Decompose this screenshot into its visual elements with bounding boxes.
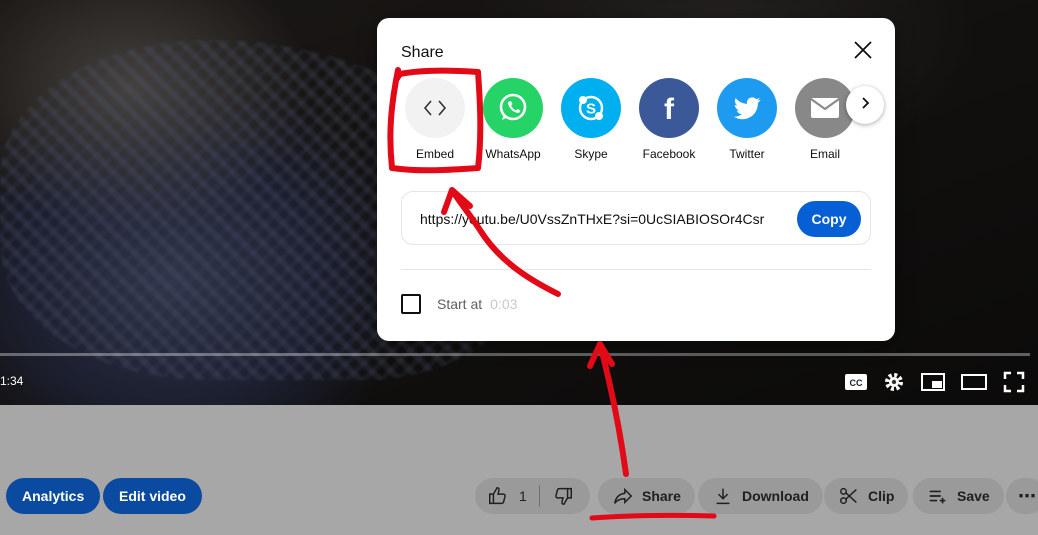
twitter-bird-icon — [717, 78, 777, 138]
share-target-whatsapp[interactable]: WhatsApp — [483, 78, 543, 161]
clip-button[interactable]: Clip — [824, 478, 909, 514]
settings-icon[interactable] — [882, 370, 906, 394]
dislike-button[interactable] — [552, 485, 574, 507]
start-at-row: Start at 0:03 — [401, 294, 517, 314]
copy-button[interactable]: Copy — [797, 201, 861, 237]
edit-video-label: Edit video — [119, 488, 186, 504]
progress-bar[interactable] — [0, 353, 1030, 356]
share-target-label: Twitter — [729, 147, 765, 161]
playlist-add-icon — [927, 485, 949, 507]
share-target-label: Facebook — [642, 147, 696, 161]
start-at-label: Start at — [437, 296, 483, 312]
analytics-label: Analytics — [22, 488, 85, 504]
miniplayer-icon[interactable] — [920, 372, 946, 392]
dialog-title: Share — [401, 44, 444, 61]
share-target-skype[interactable]: S Skype — [561, 78, 621, 161]
thumbs-down-icon — [552, 485, 574, 507]
share-url-field[interactable]: https://youtu.be/U0VssZnTHxE?si=0UcSIABI… — [401, 191, 871, 245]
start-at-checkbox[interactable] — [401, 294, 421, 314]
download-button[interactable]: Download — [698, 478, 823, 514]
skype-icon: S — [561, 78, 621, 138]
time-display: 1:34 — [0, 374, 24, 388]
start-at-time[interactable]: 0:03 — [490, 296, 517, 312]
edit-video-button[interactable]: Edit video — [103, 478, 202, 514]
like-divider — [538, 485, 540, 507]
embed-icon — [405, 78, 465, 138]
svg-text:CC: CC — [850, 378, 863, 388]
whatsapp-icon — [483, 78, 543, 138]
share-target-label: Skype — [574, 147, 608, 161]
close-icon — [851, 41, 875, 66]
more-icon: ⋯ — [1018, 485, 1036, 506]
clip-label: Clip — [868, 488, 895, 504]
action-bar: Analytics Edit video 1 Share Download Cl… — [0, 405, 1038, 535]
thumbs-up-icon — [487, 485, 509, 507]
download-icon — [712, 485, 734, 507]
scissors-icon — [838, 485, 860, 507]
like-dislike-group: 1 — [475, 478, 590, 514]
svg-text:f: f — [664, 93, 675, 125]
facebook-icon: f — [639, 78, 699, 138]
save-button[interactable]: Save — [913, 478, 1004, 514]
share-label: Share — [642, 488, 681, 504]
like-button[interactable]: 1 — [487, 485, 527, 507]
share-targets: Embed WhatsApp S Skype f Facebook Twitte… — [405, 78, 855, 161]
share-target-label: Embed — [415, 147, 455, 161]
share-target-facebook[interactable]: f Facebook — [639, 78, 699, 161]
share-dialog: Share Embed WhatsApp S Skype f Facebook … — [377, 18, 895, 341]
download-label: Download — [742, 488, 809, 504]
share-url[interactable]: https://youtu.be/U0VssZnTHxE?si=0UcSIABI… — [420, 211, 764, 227]
theater-mode-icon[interactable] — [960, 372, 988, 392]
share-target-email[interactable]: Email — [795, 78, 855, 161]
dialog-divider — [401, 269, 871, 270]
share-target-embed[interactable]: Embed — [405, 78, 465, 161]
share-target-label: WhatsApp — [485, 147, 541, 161]
more-actions-button[interactable]: ⋯ — [1006, 478, 1038, 514]
player-controls: CC — [844, 370, 1026, 394]
save-label: Save — [957, 488, 990, 504]
analytics-button[interactable]: Analytics — [6, 478, 101, 514]
share-icon — [612, 485, 634, 507]
next-targets-button[interactable] — [846, 86, 884, 124]
like-count: 1 — [519, 488, 527, 504]
close-button[interactable] — [851, 38, 875, 62]
share-button[interactable]: Share — [598, 478, 695, 514]
share-target-twitter[interactable]: Twitter — [717, 78, 777, 161]
closed-captions-icon[interactable]: CC — [844, 372, 868, 392]
share-target-label: Email — [809, 147, 840, 161]
svg-text:S: S — [586, 101, 596, 118]
chevron-right-icon — [857, 95, 873, 116]
fullscreen-icon[interactable] — [1002, 370, 1026, 394]
